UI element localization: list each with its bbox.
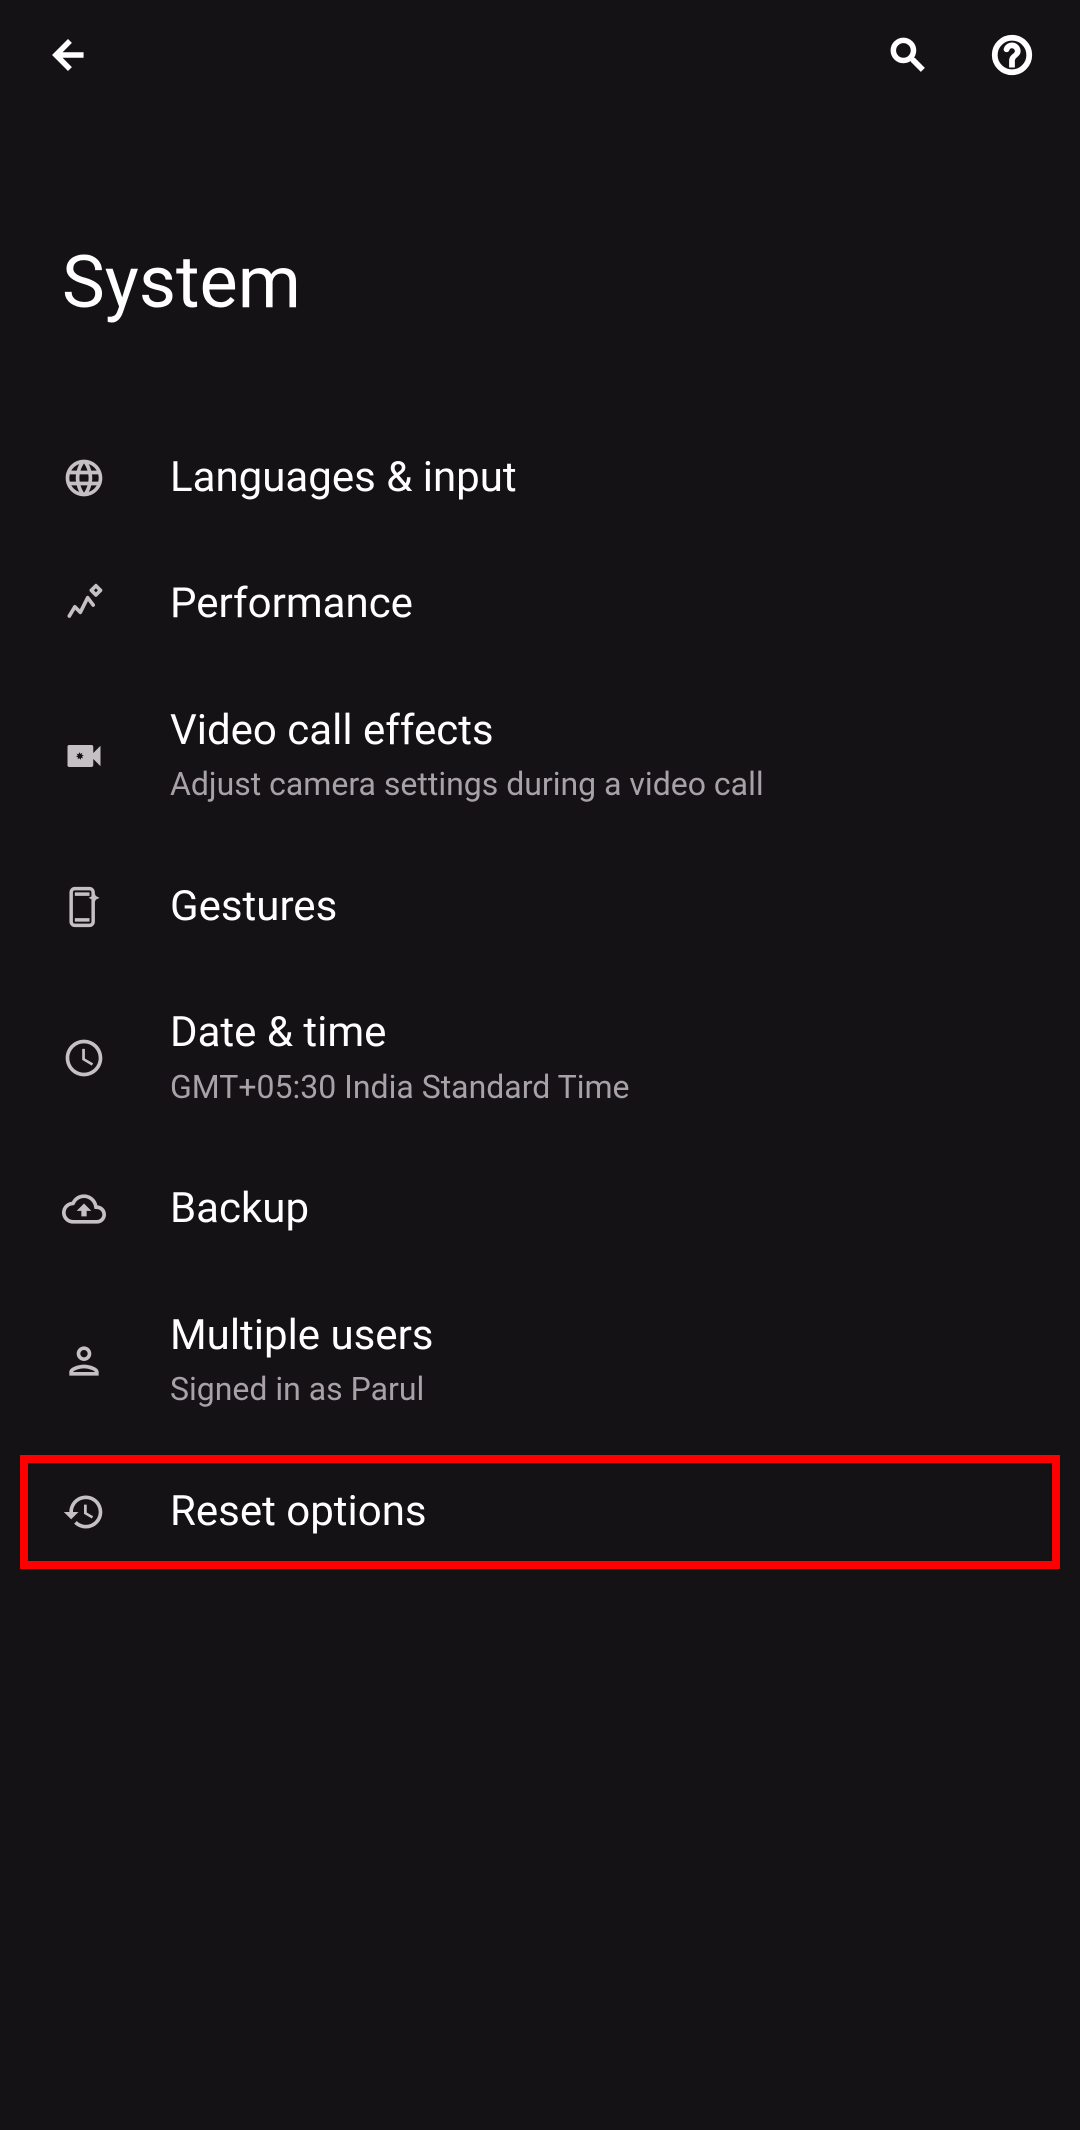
settings-item-video-call-effects[interactable]: Video call effects Adjust camera settings… <box>0 668 1080 844</box>
back-button[interactable] <box>40 27 96 83</box>
toolbar <box>0 0 1080 110</box>
item-title: Performance <box>170 579 1040 629</box>
item-text: Performance <box>170 579 1040 629</box>
item-text: Multiple users Signed in as Parul <box>170 1311 1040 1411</box>
item-title: Gestures <box>170 882 1040 932</box>
item-text: Languages & input <box>170 453 1040 503</box>
help-icon <box>989 32 1035 78</box>
phone-sparkle-icon <box>62 885 106 929</box>
settings-item-languages-input[interactable]: Languages & input <box>0 415 1080 541</box>
settings-item-performance[interactable]: Performance <box>0 541 1080 667</box>
settings-item-date-time[interactable]: Date & time GMT+05:30 India Standard Time <box>0 970 1080 1146</box>
performance-icon <box>62 583 106 627</box>
settings-item-reset-options[interactable]: Reset options <box>0 1449 1080 1575</box>
settings-item-gestures[interactable]: Gestures <box>0 844 1080 970</box>
settings-list: Languages & input Performance Video call e… <box>0 415 1080 1575</box>
item-subtitle: Adjust camera settings during a video ca… <box>170 764 1040 806</box>
item-title: Multiple users <box>170 1311 1040 1361</box>
cloud-upload-icon <box>62 1187 106 1231</box>
page-title: System <box>0 110 1080 415</box>
settings-item-backup[interactable]: Backup <box>0 1146 1080 1272</box>
toolbar-right <box>880 27 1040 83</box>
item-title: Reset options <box>170 1487 1040 1537</box>
item-text: Date & time GMT+05:30 India Standard Time <box>170 1008 1040 1108</box>
video-cam-icon <box>62 734 106 778</box>
item-text: Gestures <box>170 882 1040 932</box>
search-button[interactable] <box>880 27 936 83</box>
item-title: Languages & input <box>170 453 1040 503</box>
arrow-back-icon <box>46 33 90 77</box>
item-text: Video call effects Adjust camera settings… <box>170 706 1040 806</box>
person-icon <box>62 1339 106 1383</box>
item-title: Backup <box>170 1184 1040 1234</box>
settings-item-multiple-users[interactable]: Multiple users Signed in as Parul <box>0 1273 1080 1449</box>
item-subtitle: GMT+05:30 India Standard Time <box>170 1067 1040 1109</box>
item-text: Reset options <box>170 1487 1040 1537</box>
item-text: Backup <box>170 1184 1040 1234</box>
toolbar-left <box>40 27 96 83</box>
item-title: Video call effects <box>170 706 1040 756</box>
reset-icon <box>62 1490 106 1534</box>
help-button[interactable] <box>984 27 1040 83</box>
globe-icon <box>62 456 106 500</box>
clock-icon <box>62 1036 106 1080</box>
search-icon <box>886 33 930 77</box>
item-title: Date & time <box>170 1008 1040 1058</box>
item-subtitle: Signed in as Parul <box>170 1369 1040 1411</box>
